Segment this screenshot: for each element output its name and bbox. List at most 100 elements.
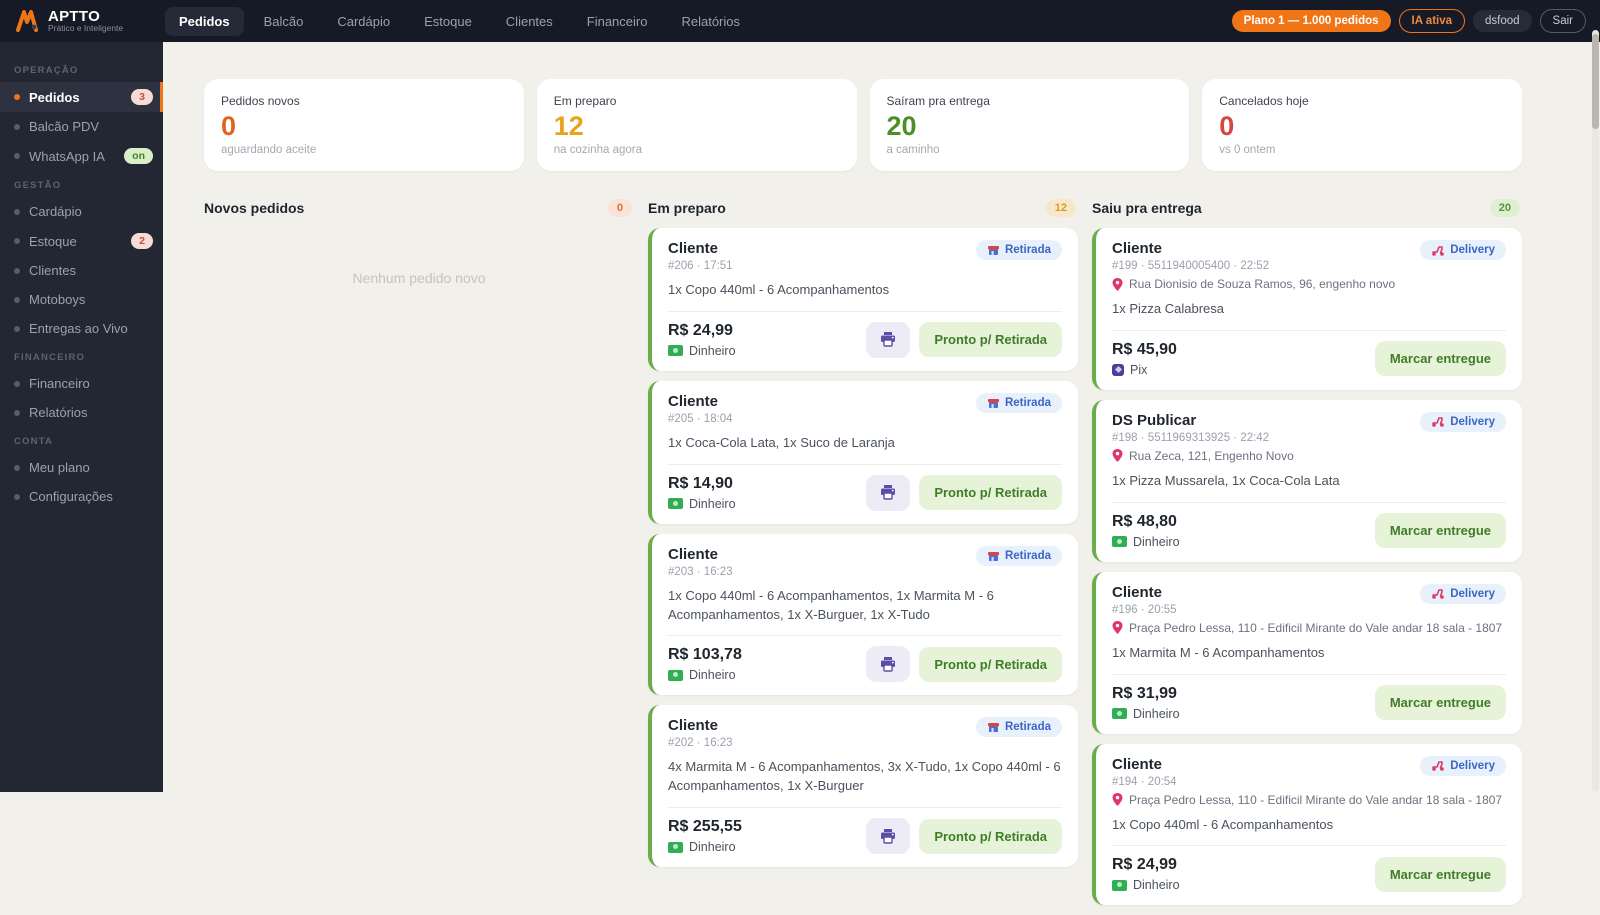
sidebar-item-entregas-ao-vivo[interactable]: Entregas ao Vivo xyxy=(0,314,163,343)
sidebar-item-label: Relatórios xyxy=(29,405,88,420)
print-button[interactable] xyxy=(866,818,910,854)
order-primary-action-button[interactable]: Pronto p/ Retirada xyxy=(919,322,1062,357)
payment-label: Dinheiro xyxy=(689,840,736,854)
topnav-item-2[interactable]: Cardápio xyxy=(323,7,404,36)
stat-subtext: aguardando aceite xyxy=(221,144,507,156)
order-primary-action-button[interactable]: Pronto p/ Retirada xyxy=(919,475,1062,510)
storefront-icon xyxy=(987,721,1000,733)
app-tagline: Prático e Inteligente xyxy=(48,24,123,33)
cash-icon xyxy=(1112,880,1127,891)
order-price: R$ 48,80 xyxy=(1112,513,1180,531)
order-card[interactable]: Cliente#199 · 5511940005400 · 22:52Deliv… xyxy=(1092,228,1522,390)
pix-icon xyxy=(1112,364,1124,376)
print-button[interactable] xyxy=(866,322,910,358)
bullet-icon xyxy=(14,238,20,244)
order-price: R$ 14,90 xyxy=(668,475,736,493)
payment-label: Dinheiro xyxy=(1133,878,1180,892)
sidebar-item-card-pio[interactable]: Cardápio xyxy=(0,197,163,226)
topnav-item-6[interactable]: Relatórios xyxy=(667,7,754,36)
sidebar-item-configura-es[interactable]: Configurações xyxy=(0,482,163,511)
logout-button[interactable]: Sair xyxy=(1540,9,1586,33)
stat-card-0: Pedidos novos0aguardando aceite xyxy=(204,79,524,171)
bullet-icon xyxy=(14,209,20,215)
sidebar-item-estoque[interactable]: Estoque2 xyxy=(0,226,163,256)
bullet-icon xyxy=(14,326,20,332)
order-card[interactable]: Cliente#206 · 17:51Retirada1x Copo 440ml… xyxy=(648,228,1078,371)
order-primary-action-button[interactable]: Marcar entregue xyxy=(1375,513,1506,548)
sidebar-item-label: Financeiro xyxy=(29,376,90,391)
payment-label: Dinheiro xyxy=(689,344,736,358)
order-items: 1x Copo 440ml - 6 Acompanhamentos xyxy=(1112,816,1506,847)
sidebar-item-financeiro[interactable]: Financeiro xyxy=(0,369,163,398)
order-type-badge: Delivery xyxy=(1420,240,1506,260)
print-button[interactable] xyxy=(866,475,910,511)
order-items: 1x Coca-Cola Lata, 1x Suco de Laranja xyxy=(668,434,1062,465)
order-card[interactable]: Cliente#196 · 20:55DeliveryPraça Pedro L… xyxy=(1092,572,1522,734)
order-items: 1x Copo 440ml - 6 Acompanhamentos, 1x Ma… xyxy=(668,587,1062,637)
topnav-item-3[interactable]: Estoque xyxy=(410,7,486,36)
topbar: APTTO Prático e Inteligente PedidosBalcã… xyxy=(0,0,1600,42)
ia-status-badge[interactable]: IA ativa xyxy=(1399,9,1465,33)
stat-card-2: Saíram pra entrega20a caminho xyxy=(870,79,1190,171)
bullet-icon xyxy=(14,268,20,274)
stat-card-1: Em preparo12na cozinha agora xyxy=(537,79,857,171)
order-primary-action-button[interactable]: Pronto p/ Retirada xyxy=(919,819,1062,854)
sidebar-item-motoboys[interactable]: Motoboys xyxy=(0,285,163,314)
order-type-label: Delivery xyxy=(1450,244,1495,256)
plan-badge[interactable]: Plano 1 — 1.000 pedidos xyxy=(1232,10,1391,32)
order-card[interactable]: Cliente#203 · 16:23Retirada1x Copo 440ml… xyxy=(648,534,1078,696)
order-type-badge: Delivery xyxy=(1420,584,1506,604)
sidebar-item-meu-plano[interactable]: Meu plano xyxy=(0,453,163,482)
order-card[interactable]: DS Publicar#198 · 5511969313925 · 22:42D… xyxy=(1092,400,1522,562)
storefront-icon xyxy=(987,244,1000,256)
sidebar-item-balc-o-pdv[interactable]: Balcão PDV xyxy=(0,112,163,141)
payment-label: Dinheiro xyxy=(689,668,736,682)
sidebar: OPERAÇÃOPedidos3Balcão PDVWhatsApp IAonG… xyxy=(0,42,163,792)
scooter-icon xyxy=(1431,588,1445,599)
order-card[interactable]: Cliente#205 · 18:04Retirada1x Coca-Cola … xyxy=(648,381,1078,524)
sidebar-section-title: CONTA xyxy=(0,427,163,453)
sidebar-item-relat-rios[interactable]: Relatórios xyxy=(0,398,163,427)
topnav-item-4[interactable]: Clientes xyxy=(492,7,567,36)
bullet-icon xyxy=(14,410,20,416)
customer-name: Cliente xyxy=(1112,756,1177,774)
sidebar-item-clientes[interactable]: Clientes xyxy=(0,256,163,285)
bullet-icon xyxy=(14,494,20,500)
sidebar-item-label: Estoque xyxy=(29,234,77,249)
order-items: 1x Copo 440ml - 6 Acompanhamentos xyxy=(668,281,1062,312)
order-card[interactable]: Cliente#202 · 16:23Retirada4x Marmita M … xyxy=(648,705,1078,867)
sidebar-item-pedidos[interactable]: Pedidos3 xyxy=(0,82,163,112)
order-primary-action-button[interactable]: Marcar entregue xyxy=(1375,685,1506,720)
payment-label: Dinheiro xyxy=(1133,535,1180,549)
order-card[interactable]: Cliente#194 · 20:54DeliveryPraça Pedro L… xyxy=(1092,744,1522,906)
order-primary-action-button[interactable]: Marcar entregue xyxy=(1375,341,1506,376)
address-text: Rua Dionisio de Souza Ramos, 96, engenho… xyxy=(1129,277,1395,291)
board-column-0: Novos pedidos0Nenhum pedido novo xyxy=(204,199,634,915)
store-name-badge[interactable]: dsfood xyxy=(1473,10,1532,32)
window-scrollbar[interactable] xyxy=(1592,30,1599,792)
stat-subtext: na cozinha agora xyxy=(554,144,840,156)
sidebar-item-label: Balcão PDV xyxy=(29,119,99,134)
order-type-badge: Delivery xyxy=(1420,756,1506,776)
order-price: R$ 24,99 xyxy=(668,322,736,340)
address-text: Praça Pedro Lessa, 110 - Edificil Mirant… xyxy=(1129,621,1502,635)
cash-icon xyxy=(668,670,683,681)
delivery-address: Praça Pedro Lessa, 110 - Edificil Mirant… xyxy=(1112,621,1506,635)
order-primary-action-button[interactable]: Marcar entregue xyxy=(1375,857,1506,892)
board-column-2: Saiu pra entrega20Cliente#199 · 55119400… xyxy=(1092,199,1522,915)
topnav-item-5[interactable]: Financeiro xyxy=(573,7,662,36)
delivery-address: Praça Pedro Lessa, 110 - Edificil Mirant… xyxy=(1112,793,1506,807)
sidebar-item-label: Clientes xyxy=(29,263,76,278)
topnav-item-1[interactable]: Balcão xyxy=(250,7,318,36)
stat-value: 12 xyxy=(554,111,840,142)
order-items: 4x Marmita M - 6 Acompanhamentos, 3x X-T… xyxy=(668,758,1062,808)
sidebar-item-whatsapp-ia[interactable]: WhatsApp IAon xyxy=(0,141,163,171)
topnav-item-0[interactable]: Pedidos xyxy=(165,7,244,36)
print-button[interactable] xyxy=(866,646,910,682)
sidebar-item-label: Motoboys xyxy=(29,292,85,307)
order-type-badge: Retirada xyxy=(976,393,1062,413)
payment-label: Pix xyxy=(1130,363,1147,377)
order-primary-action-button[interactable]: Pronto p/ Retirada xyxy=(919,647,1062,682)
window-scrollbar-thumb[interactable] xyxy=(1592,34,1599,129)
stat-card-3: Cancelados hoje0vs 0 ontem xyxy=(1202,79,1522,171)
